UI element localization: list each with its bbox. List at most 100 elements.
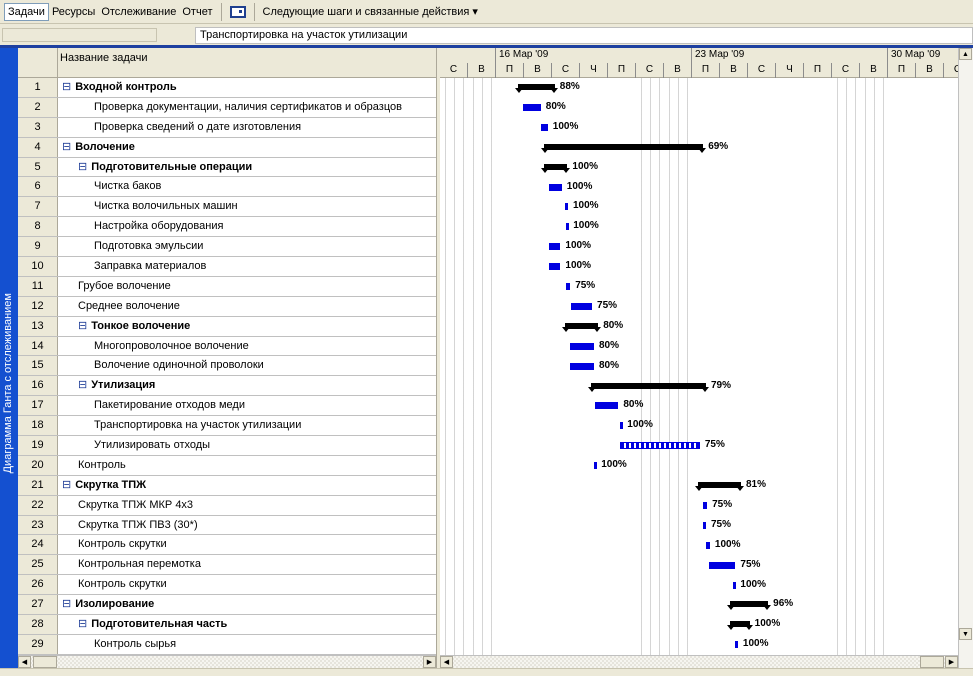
scroll-right-button[interactable]: ▶ [423,656,436,668]
task-name[interactable]: Среднее волочение [78,297,180,316]
summary-bar[interactable] [727,621,753,631]
task-name[interactable]: Скрутка ТПЖ ПВ3 (30*) [78,516,198,535]
table-row[interactable]: 1 ⊟ Входной контроль [18,78,436,98]
task-name[interactable]: Проверка сведений о дате изготовления [94,118,301,137]
task-name[interactable]: Чистка волочильных машин [94,197,238,216]
row-number[interactable]: 7 [18,197,58,217]
summary-bar[interactable] [515,84,559,93]
task-name[interactable]: Контроль скрутки [78,535,167,554]
task-bar[interactable] [703,501,708,509]
table-row[interactable]: 4 ⊟ Волочение [18,137,436,158]
table-row[interactable]: 22 Скрутка ТПЖ МКР 4х3 [18,495,436,516]
tab-resources[interactable]: Ресурсы [49,4,98,20]
row-number[interactable]: 28 [18,615,58,634]
collapse-icon[interactable]: ⊟ [62,141,71,153]
row-number[interactable]: 19 [18,436,58,455]
table-horizontal-scrollbar[interactable]: ◀ ▶ [18,655,436,668]
summary-bar[interactable] [588,382,709,392]
task-bar[interactable] [620,422,624,430]
task-bar[interactable] [708,561,736,569]
row-number[interactable]: 10 [18,257,58,276]
row-number[interactable]: 23 [18,515,58,535]
task-name[interactable]: Пакетирование отходов меди [94,396,245,415]
task-bar[interactable] [620,442,700,450]
collapse-icon[interactable]: ⊟ [62,598,71,610]
task-bar[interactable] [566,283,571,290]
task-name-header[interactable]: Название задачи [60,52,148,64]
row-number[interactable]: 17 [18,396,58,416]
collapse-icon[interactable]: ⊟ [78,161,87,173]
row-number[interactable]: 11 [18,276,58,296]
table-row[interactable]: 29 Контроль сырья [18,634,436,655]
view-bar[interactable]: Диаграмма Ганта с отслеживанием [0,48,18,668]
scroll-left-button[interactable]: ◀ [18,656,31,668]
task-name[interactable]: Проверка документации, наличия сертифика… [94,98,402,117]
task-name[interactable]: Контрольная перемотка [78,555,201,574]
table-row[interactable]: 18 Транспортировка на участок утилизации [18,416,436,437]
collapse-icon[interactable]: ⊟ [78,320,87,332]
summary-bar[interactable] [540,143,706,153]
task-bar[interactable] [571,302,593,310]
task-bar[interactable] [522,103,541,111]
task-name[interactable]: Транспортировка на участок утилизации [94,416,301,435]
row-number[interactable]: 2 [18,97,58,117]
summary-bar[interactable] [694,482,745,491]
task-name[interactable]: ⊟ Скрутка ТПЖ [62,476,146,495]
table-row[interactable]: 3 Проверка сведений о дате изготовления [18,117,436,138]
task-name[interactable]: Настройка оборудования [94,217,223,236]
task-name[interactable]: ⊟ Волочение [62,138,135,157]
task-bar[interactable] [595,402,619,410]
task-name[interactable]: Чистка баков [94,177,161,196]
table-row[interactable]: 16 ⊟ Утилизация [18,376,436,397]
scroll-thumb[interactable] [33,656,57,668]
row-number[interactable]: 18 [18,416,58,436]
task-name[interactable]: Грубое волочение [78,277,171,296]
row-number[interactable]: 29 [18,634,58,654]
table-row[interactable]: 15 Волочение одиночной проволоки [18,356,436,377]
table-row[interactable]: 10 Заправка материалов [18,257,436,277]
task-bar[interactable] [732,581,736,589]
table-row[interactable]: 2 Проверка документации, наличия сертифик… [18,97,436,118]
table-row[interactable]: 25 Контрольная перемотка [18,555,436,576]
scroll-right-button[interactable]: ▶ [945,656,958,668]
task-name[interactable]: Контроль скрутки [78,575,167,594]
window-icon[interactable] [229,5,246,18]
row-number-header[interactable] [18,48,58,78]
tab-tracking[interactable]: Отслеживание [98,4,179,20]
collapse-icon[interactable]: ⊟ [78,379,87,391]
collapse-icon[interactable]: ⊟ [62,81,71,93]
collapse-icon[interactable]: ⊟ [62,479,71,491]
summary-bar[interactable] [540,163,571,173]
table-row[interactable]: 23 Скрутка ТПЖ ПВ3 (30*) [18,515,436,536]
task-name[interactable]: Скрутка ТПЖ МКР 4х3 [78,496,193,515]
row-number[interactable]: 20 [18,455,58,475]
task-bar[interactable] [566,223,569,231]
task-name[interactable]: Подготовка эмульсии [94,237,203,256]
row-number[interactable]: 9 [18,237,58,257]
scroll-down-button[interactable]: ▼ [959,628,972,640]
table-row[interactable]: 24 Контроль скрутки [18,535,436,556]
vertical-scrollbar[interactable]: ▲ ▼ [958,48,973,668]
table-row[interactable]: 17 Пакетирование отходов меди [18,396,436,417]
task-name[interactable]: ⊟ Подготовительные операции [78,158,252,177]
row-number[interactable]: 26 [18,575,58,595]
table-row[interactable]: 5 ⊟ Подготовительные операции [18,157,436,178]
row-number[interactable]: 25 [18,555,58,575]
table-row[interactable]: 9 Подготовка эмульсии [18,237,436,258]
task-name[interactable]: ⊟ Входной контроль [62,78,177,97]
row-number[interactable]: 6 [18,177,58,197]
scroll-up-button[interactable]: ▲ [959,48,972,60]
task-name[interactable]: Контроль [78,456,126,475]
task-bar[interactable] [564,203,568,211]
table-row[interactable]: 12 Среднее волочение [18,296,436,317]
table-row[interactable]: 6 Чистка баков [18,177,436,198]
task-name[interactable]: Многопроволочное волочение [94,337,249,356]
row-number[interactable]: 27 [18,595,58,615]
collapse-icon[interactable]: ⊟ [78,618,87,630]
task-name[interactable]: ⊟ Тонкое волочение [78,317,190,336]
scroll-thumb[interactable] [920,656,944,668]
task-bar[interactable] [549,243,561,251]
task-name[interactable]: ⊟ Подготовительная часть [78,615,227,634]
task-bar[interactable] [549,183,562,191]
row-number[interactable]: 8 [18,217,58,237]
